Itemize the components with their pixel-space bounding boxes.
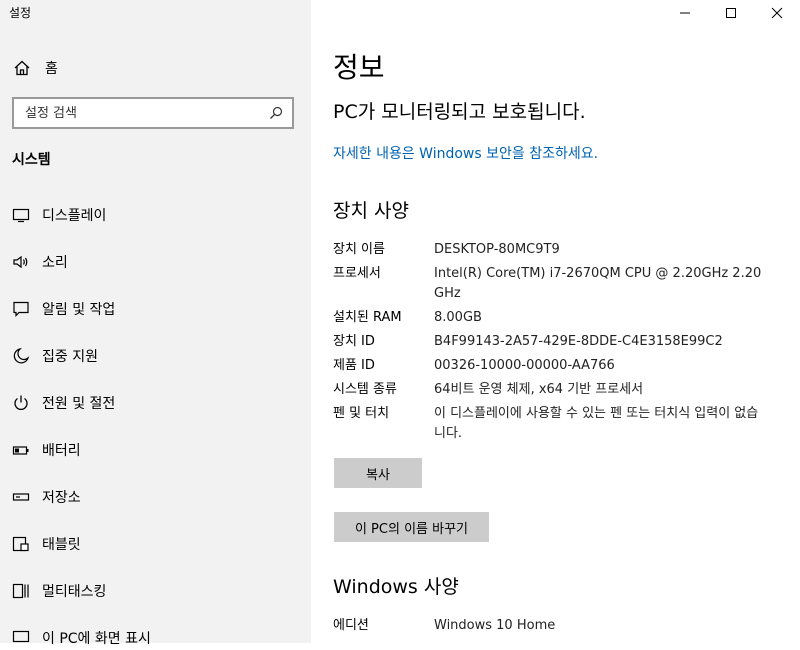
spec-value: B4F99143-2A57-429E-8DDE-C4E3158E99C2	[434, 334, 723, 349]
search-icon[interactable]	[269, 106, 283, 120]
sidebar-item-label: 이 PC에 화면 표시	[42, 631, 151, 647]
spec-value: 8.00GB	[434, 310, 482, 325]
sidebar-item-battery[interactable]: 배터리	[12, 438, 302, 462]
sidebar-home[interactable]: 홈	[13, 56, 58, 80]
sidebar-item-label: 멀티태스킹	[42, 584, 107, 600]
sidebar-item-label: 배터리	[42, 443, 81, 459]
sidebar-item-label: 전원 및 절전	[42, 396, 116, 412]
spec-label: 펜 및 터치	[333, 406, 390, 421]
search-input[interactable]	[25, 105, 245, 121]
spec-value: DESKTOP-80MC9T9	[434, 242, 560, 257]
sidebar-item-label: 디스플레이	[42, 208, 107, 224]
sidebar-item-label: 태블릿	[42, 537, 81, 553]
sidebar-home-label: 홈	[45, 61, 58, 77]
sidebar-item-display[interactable]: 디스플레이	[12, 203, 302, 227]
windows-specs-heading: Windows 사양	[333, 576, 459, 598]
tablet-icon	[12, 535, 30, 553]
app-title: 설정	[9, 6, 32, 20]
storage-icon	[12, 488, 30, 506]
sidebar-item-storage[interactable]: 저장소	[12, 485, 302, 509]
sidebar-item-power[interactable]: 전원 및 절전	[12, 391, 302, 415]
search-box[interactable]	[12, 97, 294, 129]
close-icon	[771, 7, 783, 19]
windows-security-link[interactable]: 자세한 내용은 Windows 보안을 참조하세요.	[333, 143, 598, 163]
spec-label: 시스템 종류	[333, 382, 397, 397]
spec-value: 이 디스플레이에 사용할 수 있는 펜 또는 터치식 입력이 없습니다.	[434, 406, 759, 441]
sidebar-item-multitasking[interactable]: 멀티태스킹	[12, 579, 302, 603]
maximize-button[interactable]	[708, 0, 754, 26]
sidebar-item-label: 소리	[42, 255, 68, 271]
spec-label: 에디션	[333, 618, 369, 633]
sidebar-item-projecting[interactable]: 이 PC에 화면 표시	[12, 626, 302, 650]
multitasking-icon	[12, 582, 30, 600]
sidebar-item-sound[interactable]: 소리	[12, 250, 302, 274]
main-content: 정보 PC가 모니터링되고 보호됩니다. 자세한 내용은 Windows 보안을…	[311, 0, 800, 643]
home-icon	[14, 60, 30, 76]
page-title: 정보	[333, 51, 385, 84]
sidebar-section-title: 시스템	[12, 152, 51, 168]
minimize-icon	[680, 12, 690, 14]
spec-label: 제품 ID	[333, 358, 375, 373]
sidebar-item-label: 저장소	[42, 490, 81, 506]
projecting-icon	[12, 629, 30, 647]
spec-value: 00326-10000-00000-AA766	[434, 358, 615, 373]
spec-label: 장치 ID	[333, 334, 375, 349]
sidebar-item-tablet[interactable]: 태블릿	[12, 532, 302, 556]
sidebar-item-notifications[interactable]: 알림 및 작업	[12, 297, 302, 321]
minimize-button[interactable]	[662, 0, 708, 26]
sidebar-item-label: 집중 지원	[42, 349, 98, 365]
protection-status: PC가 모니터링되고 보호됩니다.	[333, 101, 586, 123]
power-icon	[12, 394, 30, 412]
battery-icon	[12, 441, 30, 459]
rename-pc-button[interactable]: 이 PC의 이름 바꾸기	[334, 512, 489, 542]
close-button[interactable]	[754, 0, 800, 26]
device-specs-heading: 장치 사양	[333, 200, 409, 222]
spec-value: 64비트 운영 체제, x64 기반 프로세서	[434, 382, 644, 397]
spec-value: Intel(R) Core(TM) i7-2670QM CPU @ 2.20GH…	[434, 266, 762, 301]
moon-icon	[12, 347, 30, 365]
maximize-icon	[726, 8, 736, 18]
notification-icon	[12, 300, 30, 318]
spec-value: Windows 10 Home	[434, 618, 556, 633]
copy-button[interactable]: 복사	[334, 458, 422, 488]
spec-label: 장치 이름	[333, 242, 385, 257]
speaker-icon	[12, 253, 30, 271]
monitor-icon	[12, 206, 30, 224]
sidebar-item-label: 알림 및 작업	[42, 302, 116, 318]
sidebar-item-focus-assist[interactable]: 집중 지원	[12, 344, 302, 368]
sidebar: 설정 홈 시스템 디스플레이 소리	[0, 0, 311, 647]
spec-label: 설치된 RAM	[333, 310, 402, 325]
spec-label: 프로세서	[333, 266, 381, 281]
